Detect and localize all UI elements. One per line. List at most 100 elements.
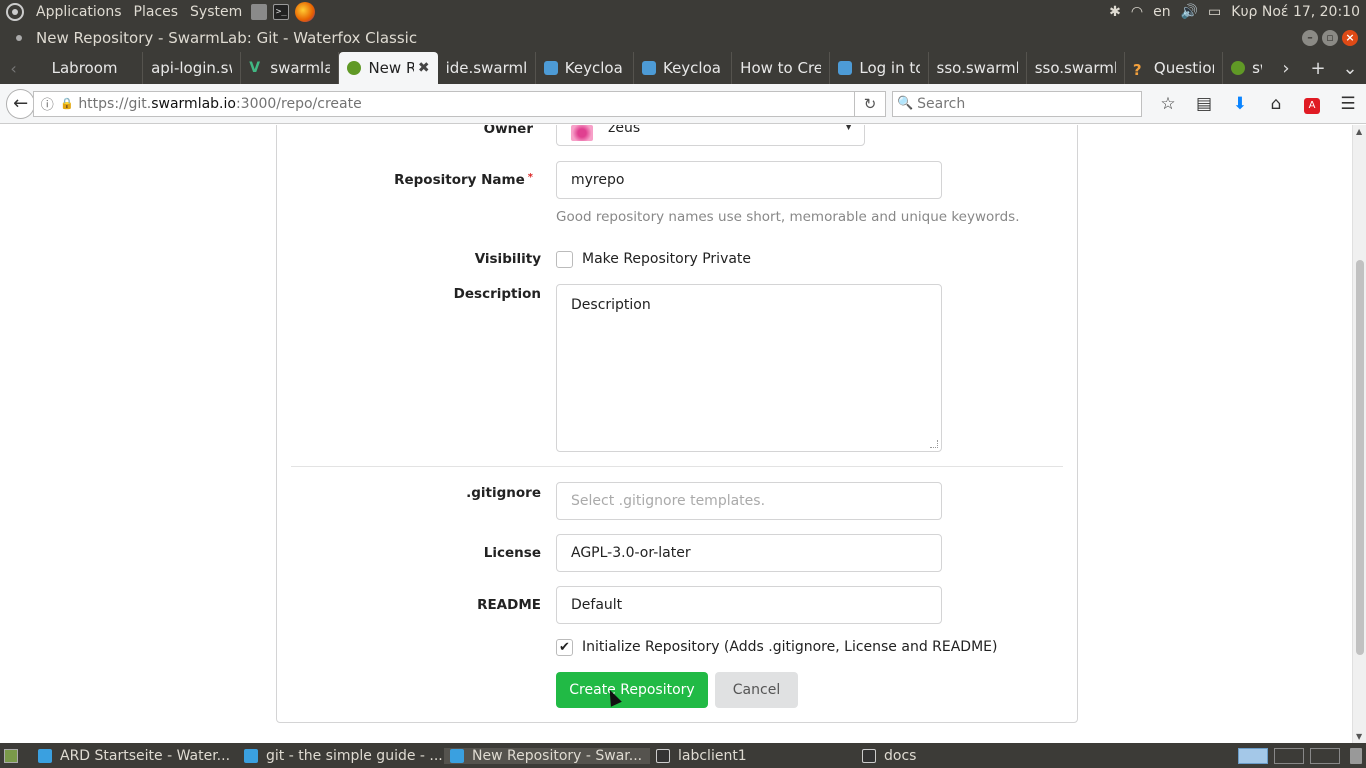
- tab-scroll-right-icon[interactable]: ›: [1270, 58, 1302, 79]
- required-asterisk-icon: *: [527, 172, 533, 183]
- reload-icon[interactable]: ↻: [854, 90, 887, 117]
- maximize-button[interactable]: ▫: [1322, 30, 1338, 46]
- tab-keycloak-2[interactable]: Keycloa: [634, 52, 733, 84]
- v-icon: V: [249, 60, 261, 76]
- os-top-panel: Applications Places System >_ ✱ ◠ en 🔊 ▭…: [0, 0, 1366, 24]
- download-icon[interactable]: ⬇: [1222, 94, 1258, 114]
- tab-sw[interactable]: sw: [1223, 52, 1270, 84]
- browser-launcher-icon[interactable]: [295, 2, 316, 22]
- page-scrollbar[interactable]: ▲ ▼: [1352, 125, 1366, 743]
- taskbar-item[interactable]: git - the simple guide - ...: [238, 748, 444, 764]
- page-content: Owner zeus ▼ Repository Name * myrepo Goo…: [0, 125, 1352, 743]
- navigation-bar: ← ⓘ 🔒 https://git.swarmlab.io:3000/repo/…: [0, 84, 1366, 124]
- keyboard-layout-indicator[interactable]: en: [1153, 4, 1171, 20]
- init-checkbox[interactable]: ✔: [556, 639, 573, 656]
- owner-value: zeus: [608, 125, 641, 136]
- lock-icon[interactable]: 🔒: [60, 97, 74, 110]
- url-bar[interactable]: ⓘ 🔒 https://git.swarmlab.io:3000/repo/cr…: [33, 90, 855, 117]
- tab-keycloak-1[interactable]: Keycloa: [536, 52, 634, 84]
- workspace-3[interactable]: [1310, 747, 1340, 764]
- owner-dropdown[interactable]: zeus ▼: [556, 125, 865, 146]
- visibility-label: Visibility: [474, 251, 541, 267]
- private-checkbox-label[interactable]: Make Repository Private: [582, 251, 751, 267]
- window-menu-dot-icon[interactable]: [16, 35, 22, 41]
- gitignore-select[interactable]: Select .gitignore templates.: [556, 482, 942, 520]
- description-textarea[interactable]: Description: [556, 284, 942, 452]
- init-checkbox-label[interactable]: Initialize Repository (Adds .gitignore, …: [582, 639, 997, 655]
- system-tray: ✱ ◠ en 🔊 ▭ Κυρ Νοέ 17, 20:10: [1109, 4, 1366, 20]
- trash-icon[interactable]: [1350, 747, 1362, 764]
- tab-sso-2[interactable]: sso.swarml: [1027, 52, 1125, 84]
- owner-label: Owner: [483, 125, 533, 137]
- waterfox-icon: [450, 748, 464, 763]
- wifi-icon[interactable]: ◠: [1131, 4, 1143, 20]
- clock[interactable]: Κυρ Νοέ 17, 20:10: [1231, 4, 1360, 20]
- system-logo-icon[interactable]: [6, 3, 24, 21]
- keycloak-icon: [838, 61, 853, 75]
- terminal-launcher-icon[interactable]: >_: [273, 4, 290, 20]
- back-button[interactable]: ←: [6, 88, 36, 119]
- workspace-2[interactable]: [1274, 747, 1304, 764]
- taskbar-item[interactable]: docs: [856, 748, 1062, 764]
- repo-name-input[interactable]: myrepo: [556, 161, 942, 199]
- license-select[interactable]: AGPL-3.0-or-later: [556, 534, 942, 572]
- question-icon: ?: [1132, 61, 1142, 79]
- tab-log-in[interactable]: Log in to: [830, 52, 929, 84]
- scroll-up-icon[interactable]: ▲: [1356, 127, 1362, 136]
- taskbar-item[interactable]: New Repository - Swar...: [444, 747, 650, 764]
- new-tab-icon[interactable]: +: [1302, 58, 1334, 79]
- create-repository-button[interactable]: Create Repository: [556, 672, 708, 708]
- terminal-icon: [862, 748, 876, 763]
- hamburger-menu-icon[interactable]: ☰: [1330, 94, 1366, 114]
- taskbar-item[interactable]: ARD Startseite - Water...: [32, 748, 238, 764]
- file-manager-launcher-icon[interactable]: [251, 4, 268, 20]
- search-input[interactable]: 🔍 Search: [892, 90, 1142, 117]
- tab-swarmlab[interactable]: Vswarmla: [241, 52, 340, 84]
- description-label: Description: [453, 286, 541, 302]
- license-label: License: [483, 545, 541, 561]
- taskbar-item[interactable]: labclient1: [650, 748, 856, 764]
- show-desktop-icon[interactable]: [4, 748, 18, 763]
- extension-icon[interactable]: A: [1294, 93, 1330, 114]
- bluetooth-icon[interactable]: ✱: [1109, 4, 1121, 20]
- tab-list-chevron-icon[interactable]: ⌄: [1334, 58, 1366, 79]
- reading-list-icon[interactable]: ▤: [1186, 94, 1222, 114]
- tab-bar: ‹ Labroom api-login.sw Vswarmla New R ✖ i…: [0, 52, 1366, 84]
- cancel-button[interactable]: Cancel: [715, 672, 798, 708]
- battery-icon[interactable]: ▭: [1208, 4, 1221, 20]
- tab-sso-1[interactable]: sso.swarml: [929, 52, 1027, 84]
- tab-question[interactable]: ?Question: [1125, 52, 1224, 84]
- system-menu[interactable]: System: [184, 4, 248, 20]
- window-titlebar: New Repository - SwarmLab: Git - Waterfo…: [0, 24, 1366, 52]
- tab-ide-swarmlab[interactable]: ide.swarmla: [438, 52, 536, 84]
- divider: [291, 466, 1063, 467]
- tab-how-to[interactable]: How to Cre: [732, 52, 831, 84]
- workspace-1[interactable]: [1238, 747, 1268, 764]
- info-icon[interactable]: ⓘ: [34, 94, 60, 113]
- tab-scroll-left-icon[interactable]: ‹: [0, 52, 27, 84]
- scrollbar-thumb[interactable]: [1356, 260, 1364, 655]
- tab-new-repository[interactable]: New R ✖: [339, 52, 438, 84]
- applications-menu[interactable]: Applications: [30, 4, 128, 20]
- readme-select[interactable]: Default: [556, 586, 942, 624]
- close-tab-icon[interactable]: ✖: [414, 60, 430, 76]
- scroll-down-icon[interactable]: ▼: [1356, 732, 1362, 741]
- url-text[interactable]: https://git.swarmlab.io:3000/repo/create: [74, 96, 361, 112]
- bookmark-star-icon[interactable]: ☆: [1150, 94, 1186, 114]
- gitea-icon: [347, 61, 362, 75]
- checkmark-icon: ✔: [559, 640, 570, 655]
- volume-icon[interactable]: 🔊: [1181, 4, 1198, 20]
- tab-api-login[interactable]: api-login.sw: [143, 52, 242, 84]
- avatar: [571, 125, 593, 141]
- close-window-button[interactable]: ×: [1342, 30, 1358, 46]
- private-checkbox[interactable]: [556, 251, 573, 268]
- resize-grip-icon[interactable]: [930, 440, 938, 448]
- new-repo-form: Owner zeus ▼ Repository Name * myrepo Goo…: [276, 125, 1078, 723]
- gitignore-label: .gitignore: [466, 485, 541, 501]
- keycloak-icon: [543, 61, 558, 75]
- places-menu[interactable]: Places: [128, 4, 185, 20]
- home-icon[interactable]: ⌂: [1258, 94, 1294, 114]
- minimize-button[interactable]: –: [1302, 30, 1318, 46]
- tab-labroom[interactable]: Labroom: [27, 52, 144, 84]
- gitea-icon: [1231, 61, 1246, 75]
